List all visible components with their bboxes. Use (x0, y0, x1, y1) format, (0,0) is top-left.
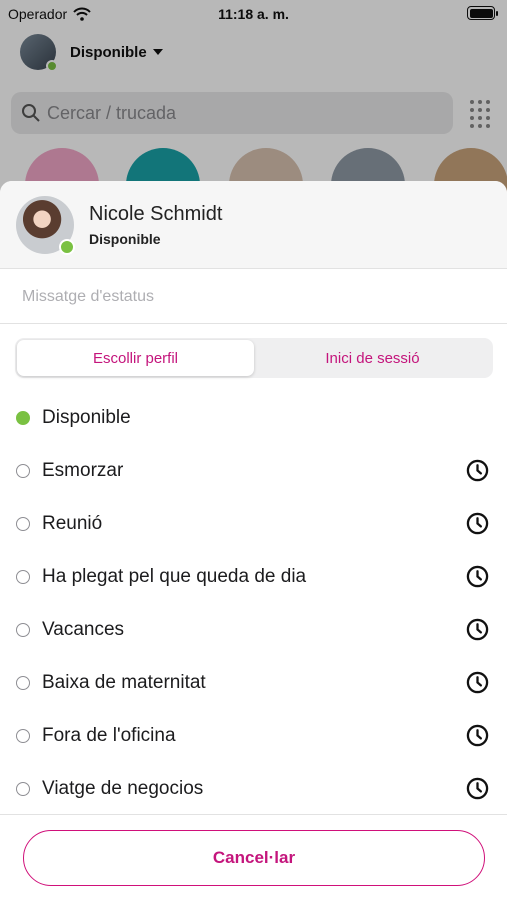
presence-dot (59, 239, 75, 255)
status-option-label: Ha plegat pel que queda de dia (42, 565, 307, 587)
status-option-available[interactable]: Disponible (0, 391, 507, 444)
status-list: Disponible Esmorzar Reunió Ha plegat pel… (0, 391, 507, 815)
status-option-label: Fora de l'oficina (42, 724, 176, 746)
status-option-off-for-day[interactable]: Ha plegat pel que queda de dia (0, 550, 507, 603)
clock-icon[interactable] (466, 565, 489, 588)
profile-header: Nicole Schmidt Disponible (0, 181, 507, 269)
profile-name: Nicole Schmidt (89, 203, 223, 225)
clock-icon[interactable] (466, 512, 489, 535)
clock-icon[interactable] (466, 724, 489, 747)
status-option-meeting[interactable]: Reunió (0, 497, 507, 550)
status-option-label: Vacances (42, 618, 125, 640)
clock-icon[interactable] (466, 618, 489, 641)
radio-icon (16, 463, 30, 478)
status-sheet: Nicole Schmidt Disponible Escollir perfi… (0, 181, 507, 900)
status-option-label: Viatge de negocios (42, 777, 204, 799)
segmented-control: Escollir perfil Inici de sessió (15, 338, 493, 378)
status-message-input[interactable] (22, 284, 482, 310)
status-option-label: Esmorzar (42, 459, 124, 481)
status-option-breakfast[interactable]: Esmorzar (0, 444, 507, 497)
status-option-out-of-office[interactable]: Fora de l'oficina (0, 709, 507, 762)
radio-icon (16, 675, 30, 690)
tab-choose-profile[interactable]: Escollir perfil (17, 340, 254, 376)
radio-icon (16, 569, 30, 584)
status-option-label: Baixa de maternitat (42, 671, 206, 693)
radio-icon (16, 622, 30, 637)
avatar (16, 196, 75, 255)
radio-icon (16, 728, 30, 743)
status-option-label: Reunió (42, 512, 103, 534)
cancel-button[interactable]: Cancel·lar (23, 830, 485, 886)
tab-login[interactable]: Inici de sessió (254, 340, 491, 376)
status-option-vacation[interactable]: Vacances (0, 603, 507, 656)
status-option-business-trip[interactable]: Viatge de negocios (0, 762, 507, 815)
clock-icon[interactable] (466, 777, 489, 800)
radio-icon (16, 781, 30, 796)
radio-icon (16, 516, 30, 531)
clock-icon[interactable] (466, 671, 489, 694)
status-option-maternity-leave[interactable]: Baixa de maternitat (0, 656, 507, 709)
sheet-footer: Cancel·lar (0, 814, 507, 900)
status-option-label: Disponible (42, 406, 131, 428)
radio-selected-icon (16, 410, 30, 425)
profile-status: Disponible (89, 231, 161, 247)
clock-icon[interactable] (466, 459, 489, 482)
status-message-row (0, 270, 507, 324)
